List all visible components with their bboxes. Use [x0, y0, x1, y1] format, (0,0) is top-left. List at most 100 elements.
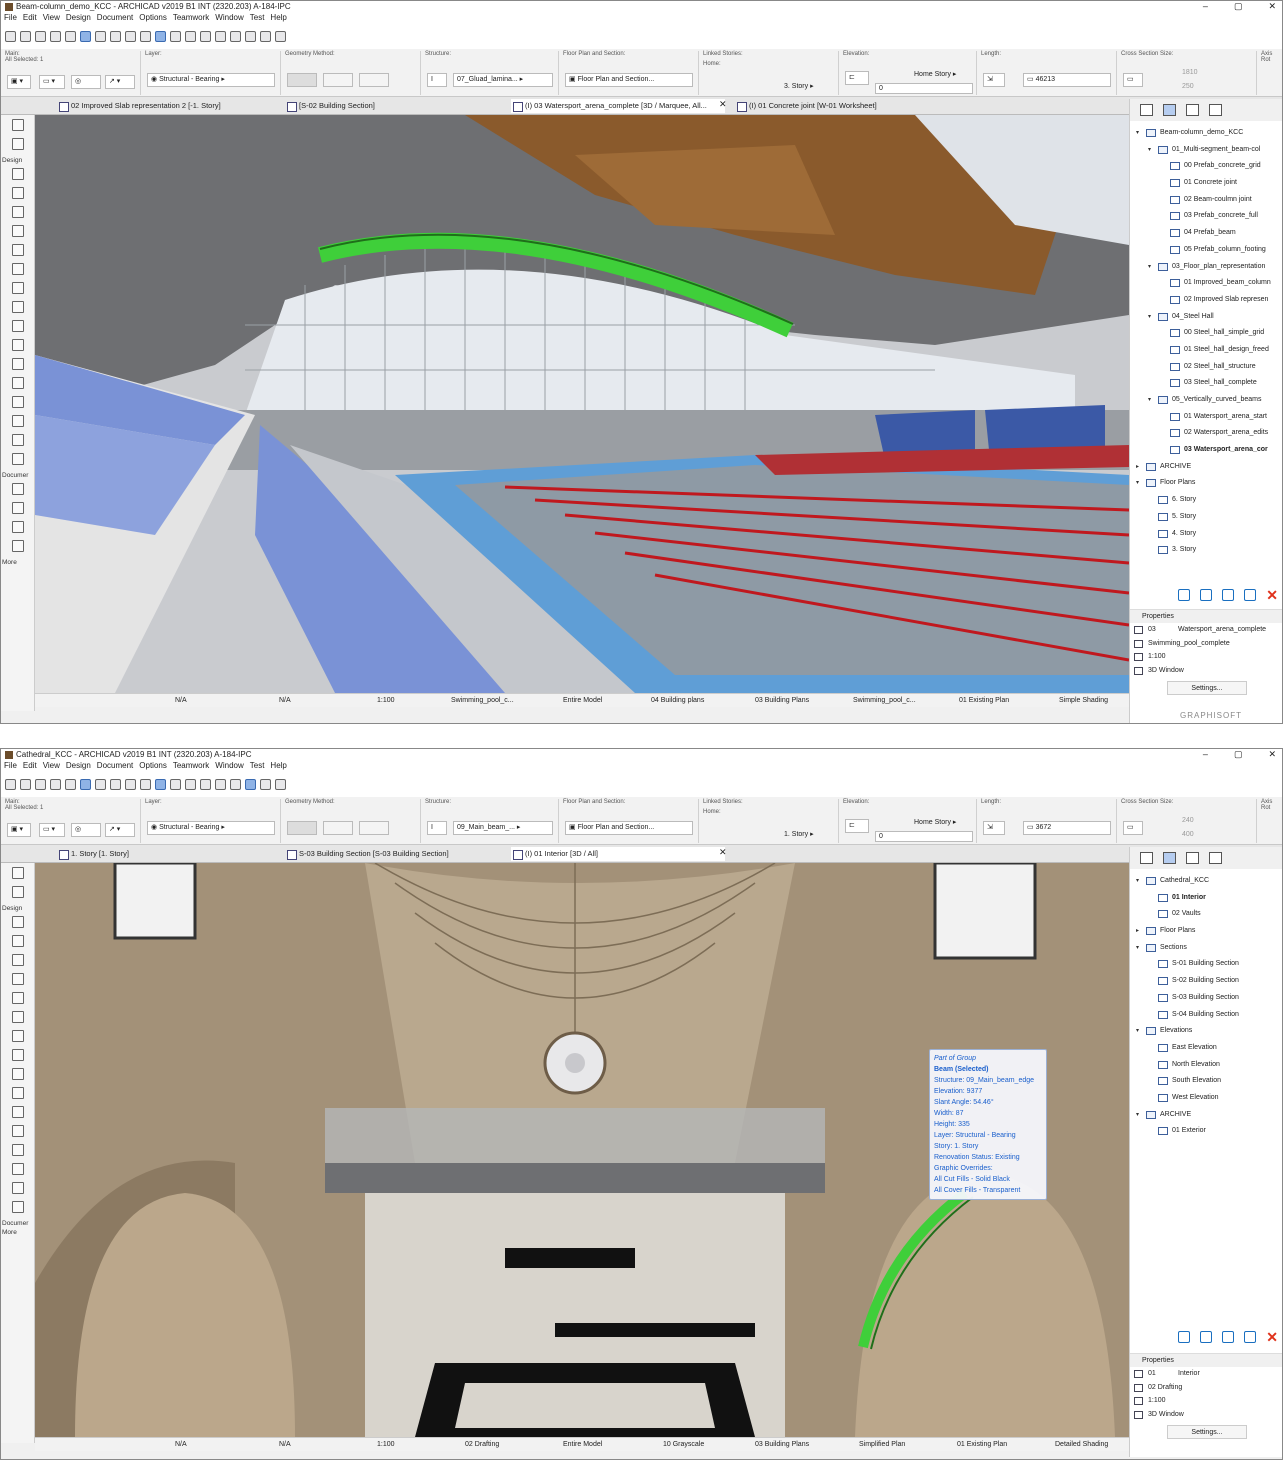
- undo-icon[interactable]: [5, 778, 16, 790]
- tree-item[interactable]: 05 Prefab_column_footing: [1130, 242, 1282, 259]
- structure-dropdown[interactable]: 07_Gluad_lamina... ▸: [453, 73, 553, 87]
- new-folder-icon[interactable]: [1178, 589, 1191, 601]
- structure-type-button[interactable]: I: [427, 73, 447, 87]
- rotate-button[interactable]: ◎: [71, 823, 101, 837]
- tree-expand-icon[interactable]: ▾: [1136, 940, 1142, 957]
- section-marker-icon[interactable]: [200, 778, 211, 790]
- 3d-viewport[interactable]: Part of Group Beam (Selected) Structure:…: [35, 863, 1129, 1437]
- tree-expand-icon[interactable]: ▾: [1136, 125, 1142, 142]
- zone-icon[interactable]: [11, 1182, 24, 1194]
- menu-document[interactable]: Document: [97, 761, 133, 770]
- minimize-icon[interactable]: –: [1203, 749, 1208, 760]
- properties-scale-value[interactable]: 1:100: [1148, 1397, 1166, 1404]
- tree-item[interactable]: ▾ 04_Steel Hall: [1130, 309, 1282, 326]
- object-icon[interactable]: [11, 973, 24, 985]
- door-icon[interactable]: [11, 935, 24, 947]
- reference-line-selector[interactable]: ▭ ▾: [39, 75, 65, 89]
- publish-icon[interactable]: [260, 778, 271, 790]
- transform-selector[interactable]: ↗ ▾: [105, 75, 135, 89]
- clone-folder-icon[interactable]: [1222, 1331, 1235, 1343]
- tree-item[interactable]: 02 Steel_hall_structure: [1130, 359, 1282, 376]
- geometry-curved-button[interactable]: [323, 821, 353, 835]
- tree-item[interactable]: 02 Watersport_arena_edits: [1130, 425, 1282, 442]
- morph-icon[interactable]: [11, 415, 24, 427]
- properties-layer-value[interactable]: 02 Drafting: [1148, 1384, 1182, 1391]
- tree-item[interactable]: S-03 Building Section: [1130, 990, 1282, 1007]
- view-name-value[interactable]: Interior: [1178, 1367, 1200, 1381]
- toolbox-more-label[interactable]: More: [1, 559, 34, 566]
- shell-icon[interactable]: [11, 1106, 24, 1118]
- text-icon[interactable]: [11, 502, 24, 514]
- tab-concrete-joint[interactable]: (I) 01 Concrete joint [W-01 Worksheet]: [735, 99, 955, 113]
- zoom-icon[interactable]: [185, 30, 196, 42]
- tree-item[interactable]: 01 Steel_hall_design_freed: [1130, 342, 1282, 359]
- properties-scale-value[interactable]: 1:100: [1148, 653, 1166, 660]
- elevation-story-dropdown[interactable]: Home Story ▸: [911, 69, 973, 83]
- lamp-icon[interactable]: [11, 453, 24, 465]
- delete-icon[interactable]: ✕: [1266, 1330, 1278, 1344]
- column-icon[interactable]: [11, 244, 24, 256]
- tree-item[interactable]: 6. Story: [1130, 492, 1282, 509]
- column-icon[interactable]: [11, 992, 24, 1004]
- length-lock-button[interactable]: ⇲: [983, 73, 1005, 87]
- transform-selector[interactable]: ↗ ▾: [105, 823, 135, 837]
- cross-section-height-input[interactable]: 400: [1179, 829, 1239, 843]
- status-pen-set[interactable]: 10 Grayscale: [663, 1441, 704, 1448]
- inject-icon[interactable]: [50, 778, 61, 790]
- pick-up-icon[interactable]: [35, 30, 46, 42]
- status-layer-combination[interactable]: 02 Drafting: [465, 1441, 499, 1448]
- stair-icon[interactable]: [11, 301, 24, 313]
- status-scale[interactable]: 1:100: [377, 697, 395, 704]
- length-input[interactable]: ▭ 3672: [1023, 821, 1111, 835]
- wall-icon[interactable]: [11, 916, 24, 928]
- menu-edit[interactable]: Edit: [23, 761, 37, 770]
- tree-item[interactable]: ▾ Elevations: [1130, 1023, 1282, 1040]
- railing-icon[interactable]: [11, 1068, 24, 1080]
- suspend-groups-icon[interactable]: [110, 778, 121, 790]
- layer-combination-icon[interactable]: [155, 778, 166, 790]
- dimension-icon[interactable]: [11, 483, 24, 495]
- menu-document[interactable]: Document: [97, 13, 133, 22]
- menu-options[interactable]: Options: [139, 13, 167, 22]
- status-renovation[interactable]: 01 Existing Plan: [959, 697, 1009, 704]
- project-map-icon[interactable]: [1140, 852, 1153, 864]
- tree-item[interactable]: ▾ ARCHIVE: [1130, 1107, 1282, 1124]
- status-model-view[interactable]: Entire Model: [563, 1441, 602, 1448]
- tab-interior-3d[interactable]: (I) 01 Interior [3D / All]: [511, 847, 725, 861]
- save-view-icon[interactable]: [1200, 1331, 1213, 1343]
- cross-section-height-input[interactable]: 250: [1179, 81, 1239, 95]
- gravity-icon[interactable]: [95, 30, 106, 42]
- tree-item[interactable]: ▾ 01_Multi-segment_beam-col: [1130, 142, 1282, 159]
- structure-type-button[interactable]: I: [427, 821, 447, 835]
- tab-close-icon[interactable]: ✕: [719, 847, 727, 858]
- status-layer-combination[interactable]: Swimming_pool_c...: [451, 697, 514, 704]
- pen-set-icon[interactable]: [230, 30, 241, 42]
- geometry-polyline-button[interactable]: [359, 821, 389, 835]
- settings-button[interactable]: Settings...: [1167, 681, 1247, 695]
- status-mvo[interactable]: 03 Building Plans: [755, 1441, 809, 1448]
- window-icon[interactable]: [11, 954, 24, 966]
- status-pen-set[interactable]: 04 Building plans: [651, 697, 704, 704]
- tree-item[interactable]: 00 Steel_hall_simple_grid: [1130, 325, 1282, 342]
- tree-item[interactable]: S-04 Building Section: [1130, 1007, 1282, 1024]
- tree-item[interactable]: S-01 Building Section: [1130, 956, 1282, 973]
- arrow-tool-icon[interactable]: [215, 30, 226, 42]
- tree-item[interactable]: 03 Prefab_concrete_full: [1130, 208, 1282, 225]
- tree-item[interactable]: S-02 Building Section: [1130, 973, 1282, 990]
- tree-item[interactable]: 02 Improved Slab represen: [1130, 292, 1282, 309]
- layer-combination-icon[interactable]: [155, 30, 166, 42]
- properties-header[interactable]: Properties: [1130, 609, 1282, 623]
- eyedropper-icon[interactable]: [65, 778, 76, 790]
- inject-icon[interactable]: [50, 30, 61, 42]
- label-icon[interactable]: [11, 521, 24, 533]
- tree-item[interactable]: East Elevation: [1130, 1040, 1282, 1057]
- menu-view[interactable]: View: [43, 761, 60, 770]
- settings-button[interactable]: Settings...: [1167, 1425, 1247, 1439]
- minimize-icon[interactable]: –: [1203, 1, 1208, 12]
- slab-icon[interactable]: [11, 282, 24, 294]
- geometry-polyline-button[interactable]: [359, 73, 389, 87]
- status-graphic-override[interactable]: Simplified Plan: [859, 1441, 905, 1448]
- tree-item[interactable]: ▾ Cathedral_KCC: [1130, 873, 1282, 890]
- tree-item[interactable]: South Elevation: [1130, 1073, 1282, 1090]
- open-icon[interactable]: [1244, 1331, 1257, 1343]
